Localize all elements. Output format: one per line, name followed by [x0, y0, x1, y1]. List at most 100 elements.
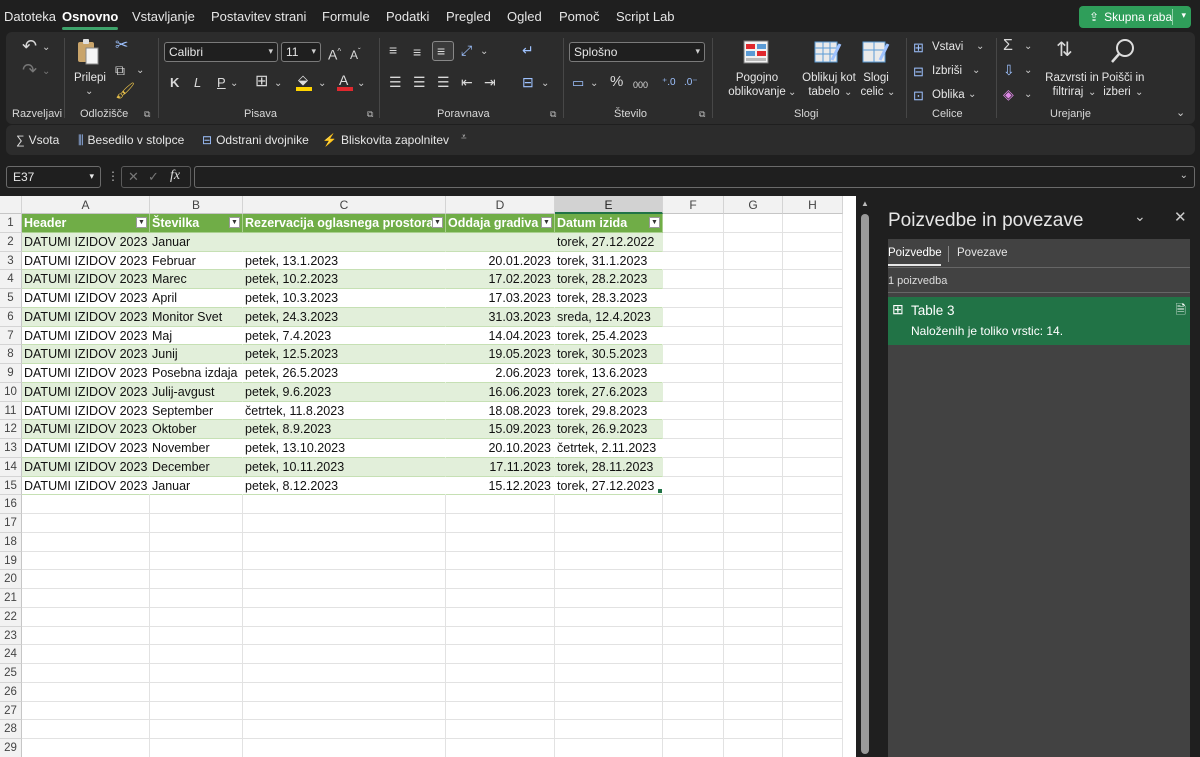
grid-cell[interactable]	[783, 326, 843, 346]
grid-cell[interactable]	[150, 626, 243, 646]
filter-dropdown-icon[interactable]: ▼	[229, 217, 240, 228]
grid-cell[interactable]	[724, 382, 783, 402]
row-header[interactable]: 29	[0, 739, 22, 757]
align-bottom-button[interactable]: ≡	[432, 41, 454, 61]
table-cell[interactable]: Posebna izdaja	[150, 364, 243, 383]
grid-cell[interactable]	[783, 251, 843, 271]
underline-icon[interactable]: P	[217, 75, 226, 91]
grid-cell[interactable]	[783, 345, 843, 364]
tab-datoteka[interactable]: Datoteka	[4, 9, 56, 24]
paste-icon[interactable]	[76, 38, 100, 66]
table-cell[interactable]: DATUMI IZIDOV 2023	[22, 251, 150, 271]
table-cell[interactable]: DATUMI IZIDOV 2023	[22, 439, 150, 458]
grid-cell[interactable]	[724, 701, 783, 721]
grid-cell[interactable]	[22, 495, 150, 514]
grid-cell[interactable]	[150, 607, 243, 627]
pane-options-icon[interactable]: ⌄	[1134, 208, 1146, 225]
table-header-cell[interactable]: Oddaja gradiva ▼	[446, 214, 555, 233]
column-header[interactable]: C	[243, 196, 446, 214]
grid-cell[interactable]	[22, 570, 150, 589]
grid-cell[interactable]	[783, 289, 843, 308]
table-cell[interactable]: petek, 10.11.2023	[243, 457, 446, 477]
grid-cell[interactable]	[555, 682, 663, 702]
grid-cell[interactable]	[724, 439, 783, 458]
table-cell[interactable]: Maj	[150, 326, 243, 346]
cut-icon[interactable]: ✂	[115, 38, 128, 54]
merge-dropdown-icon[interactable]: ⌄	[541, 78, 549, 89]
row-header[interactable]: 19	[0, 551, 22, 571]
table-cell[interactable]: DATUMI IZIDOV 2023	[22, 345, 150, 364]
grid-cell[interactable]	[724, 214, 783, 233]
grid-cell[interactable]	[724, 364, 783, 383]
grid-cell[interactable]	[663, 345, 724, 364]
grid-cell[interactable]	[724, 251, 783, 271]
grid-cell[interactable]	[22, 514, 150, 533]
grid-cell[interactable]	[663, 270, 724, 289]
grid-cell[interactable]	[150, 532, 243, 552]
tab-vstavljanje[interactable]: Vstavljanje	[132, 9, 195, 24]
table-cell[interactable]: DATUMI IZIDOV 2023	[22, 289, 150, 308]
table-cell[interactable]: petek, 26.5.2023	[243, 364, 446, 383]
grid-cell[interactable]	[663, 682, 724, 702]
grid-cell[interactable]	[22, 739, 150, 757]
grid-cell[interactable]	[783, 514, 843, 533]
tab-postavitev-strani[interactable]: Postavitev strani	[211, 9, 306, 24]
grid-cell[interactable]	[783, 589, 843, 608]
table-cell[interactable]: Januar	[150, 232, 243, 252]
percent-icon[interactable]: %	[610, 74, 623, 90]
grid-cell[interactable]	[783, 232, 843, 252]
format-cells-icon[interactable]: ⊡	[913, 88, 924, 104]
table-cell[interactable]: DATUMI IZIDOV 2023	[22, 401, 150, 421]
row-header[interactable]: 1	[0, 214, 22, 233]
grid-cell[interactable]	[783, 307, 843, 327]
grid-cell[interactable]	[243, 589, 446, 608]
table-cell[interactable]: torek, 27.12.2022	[555, 232, 663, 252]
table-header-cell[interactable]: Rezervacija oglasnega prostora ▼	[243, 214, 446, 233]
format-as-table-line1[interactable]: Oblikuj kot	[798, 71, 860, 85]
merge-center-icon[interactable]: ⊟	[522, 74, 534, 90]
insert-cells-icon[interactable]: ⊞	[913, 40, 924, 56]
table-cell[interactable]: torek, 28.3.2023	[555, 289, 663, 308]
grid-cell[interactable]	[663, 739, 724, 757]
autosum-quick-button[interactable]: ∑ Vsota	[16, 133, 59, 147]
insert-dropdown-icon[interactable]: ⌄	[976, 41, 984, 52]
grid-cell[interactable]	[663, 326, 724, 346]
underline-dropdown-icon[interactable]: ⌄	[230, 78, 238, 89]
table-header-cell[interactable]: Datum izida ▼	[555, 214, 663, 233]
grid-cell[interactable]	[22, 532, 150, 552]
grid-cell[interactable]	[724, 326, 783, 346]
grid-cell[interactable]	[783, 645, 843, 664]
dialog-launcher-icon[interactable]: ⧉	[699, 109, 705, 120]
conditional-formatting-icon[interactable]	[743, 40, 769, 64]
table-resize-handle[interactable]	[658, 489, 662, 494]
grid-cell[interactable]	[724, 645, 783, 664]
grid-cell[interactable]	[663, 720, 724, 739]
grid-cell[interactable]	[243, 570, 446, 589]
grid-cell[interactable]	[555, 664, 663, 683]
table-cell[interactable]: torek, 27.6.2023	[555, 382, 663, 402]
grid-cell[interactable]	[783, 682, 843, 702]
align-left-icon[interactable]: ☰	[389, 74, 402, 90]
grid-cell[interactable]	[22, 589, 150, 608]
fill-color-dropdown-icon[interactable]: ⌄	[318, 78, 326, 89]
query-item[interactable]: ⊞ Table 3 Naloženih je toliko vrstic: 14…	[888, 297, 1190, 345]
table-cell[interactable]: petek, 13.1.2023	[243, 251, 446, 271]
grid-cell[interactable]	[663, 364, 724, 383]
grid-cell[interactable]	[663, 607, 724, 627]
grid-cell[interactable]	[783, 214, 843, 233]
clear-icon[interactable]: ◈	[1003, 86, 1014, 102]
grid-cell[interactable]	[783, 701, 843, 721]
grid-cell[interactable]	[446, 551, 555, 571]
bold-icon[interactable]: K	[170, 75, 179, 91]
grid-cell[interactable]	[555, 720, 663, 739]
grid-cell[interactable]	[446, 607, 555, 627]
table-cell[interactable]: December	[150, 457, 243, 477]
grid-cell[interactable]	[243, 532, 446, 552]
grid-cell[interactable]	[22, 626, 150, 646]
grid-cell[interactable]	[243, 551, 446, 571]
borders-dropdown-icon[interactable]: ⌄	[274, 78, 282, 89]
grid-cell[interactable]	[243, 626, 446, 646]
row-header[interactable]: 11	[0, 401, 22, 421]
cell-styles-icon[interactable]	[862, 40, 890, 64]
grid-cell[interactable]	[555, 551, 663, 571]
